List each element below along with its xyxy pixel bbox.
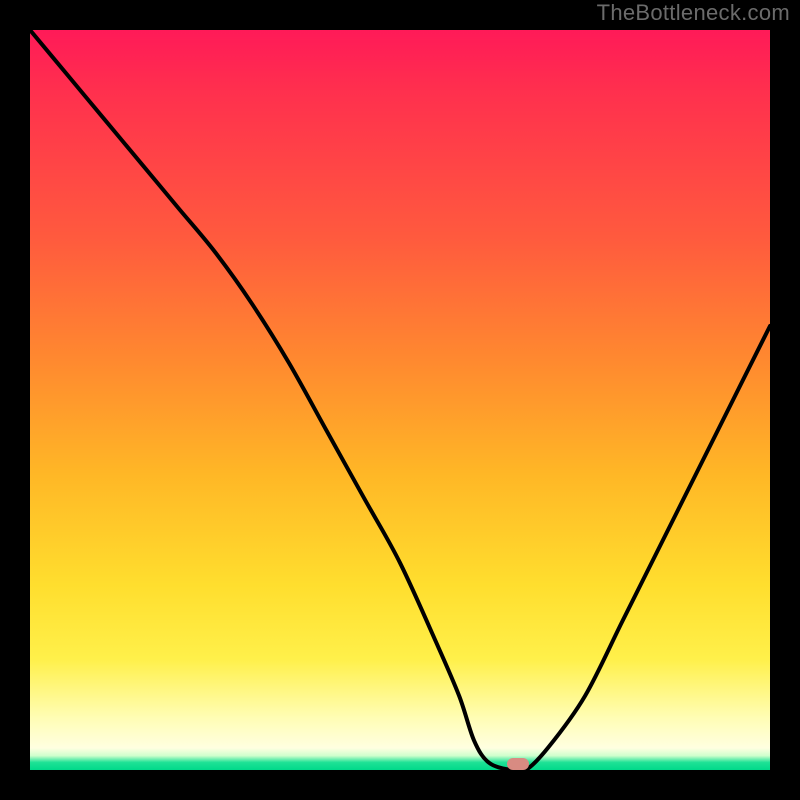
plot-area: [30, 30, 770, 770]
bottleneck-curve: [30, 30, 770, 770]
chart-frame: TheBottleneck.com: [0, 0, 800, 800]
watermark-text: TheBottleneck.com: [597, 0, 790, 26]
minimum-marker: [507, 758, 529, 770]
